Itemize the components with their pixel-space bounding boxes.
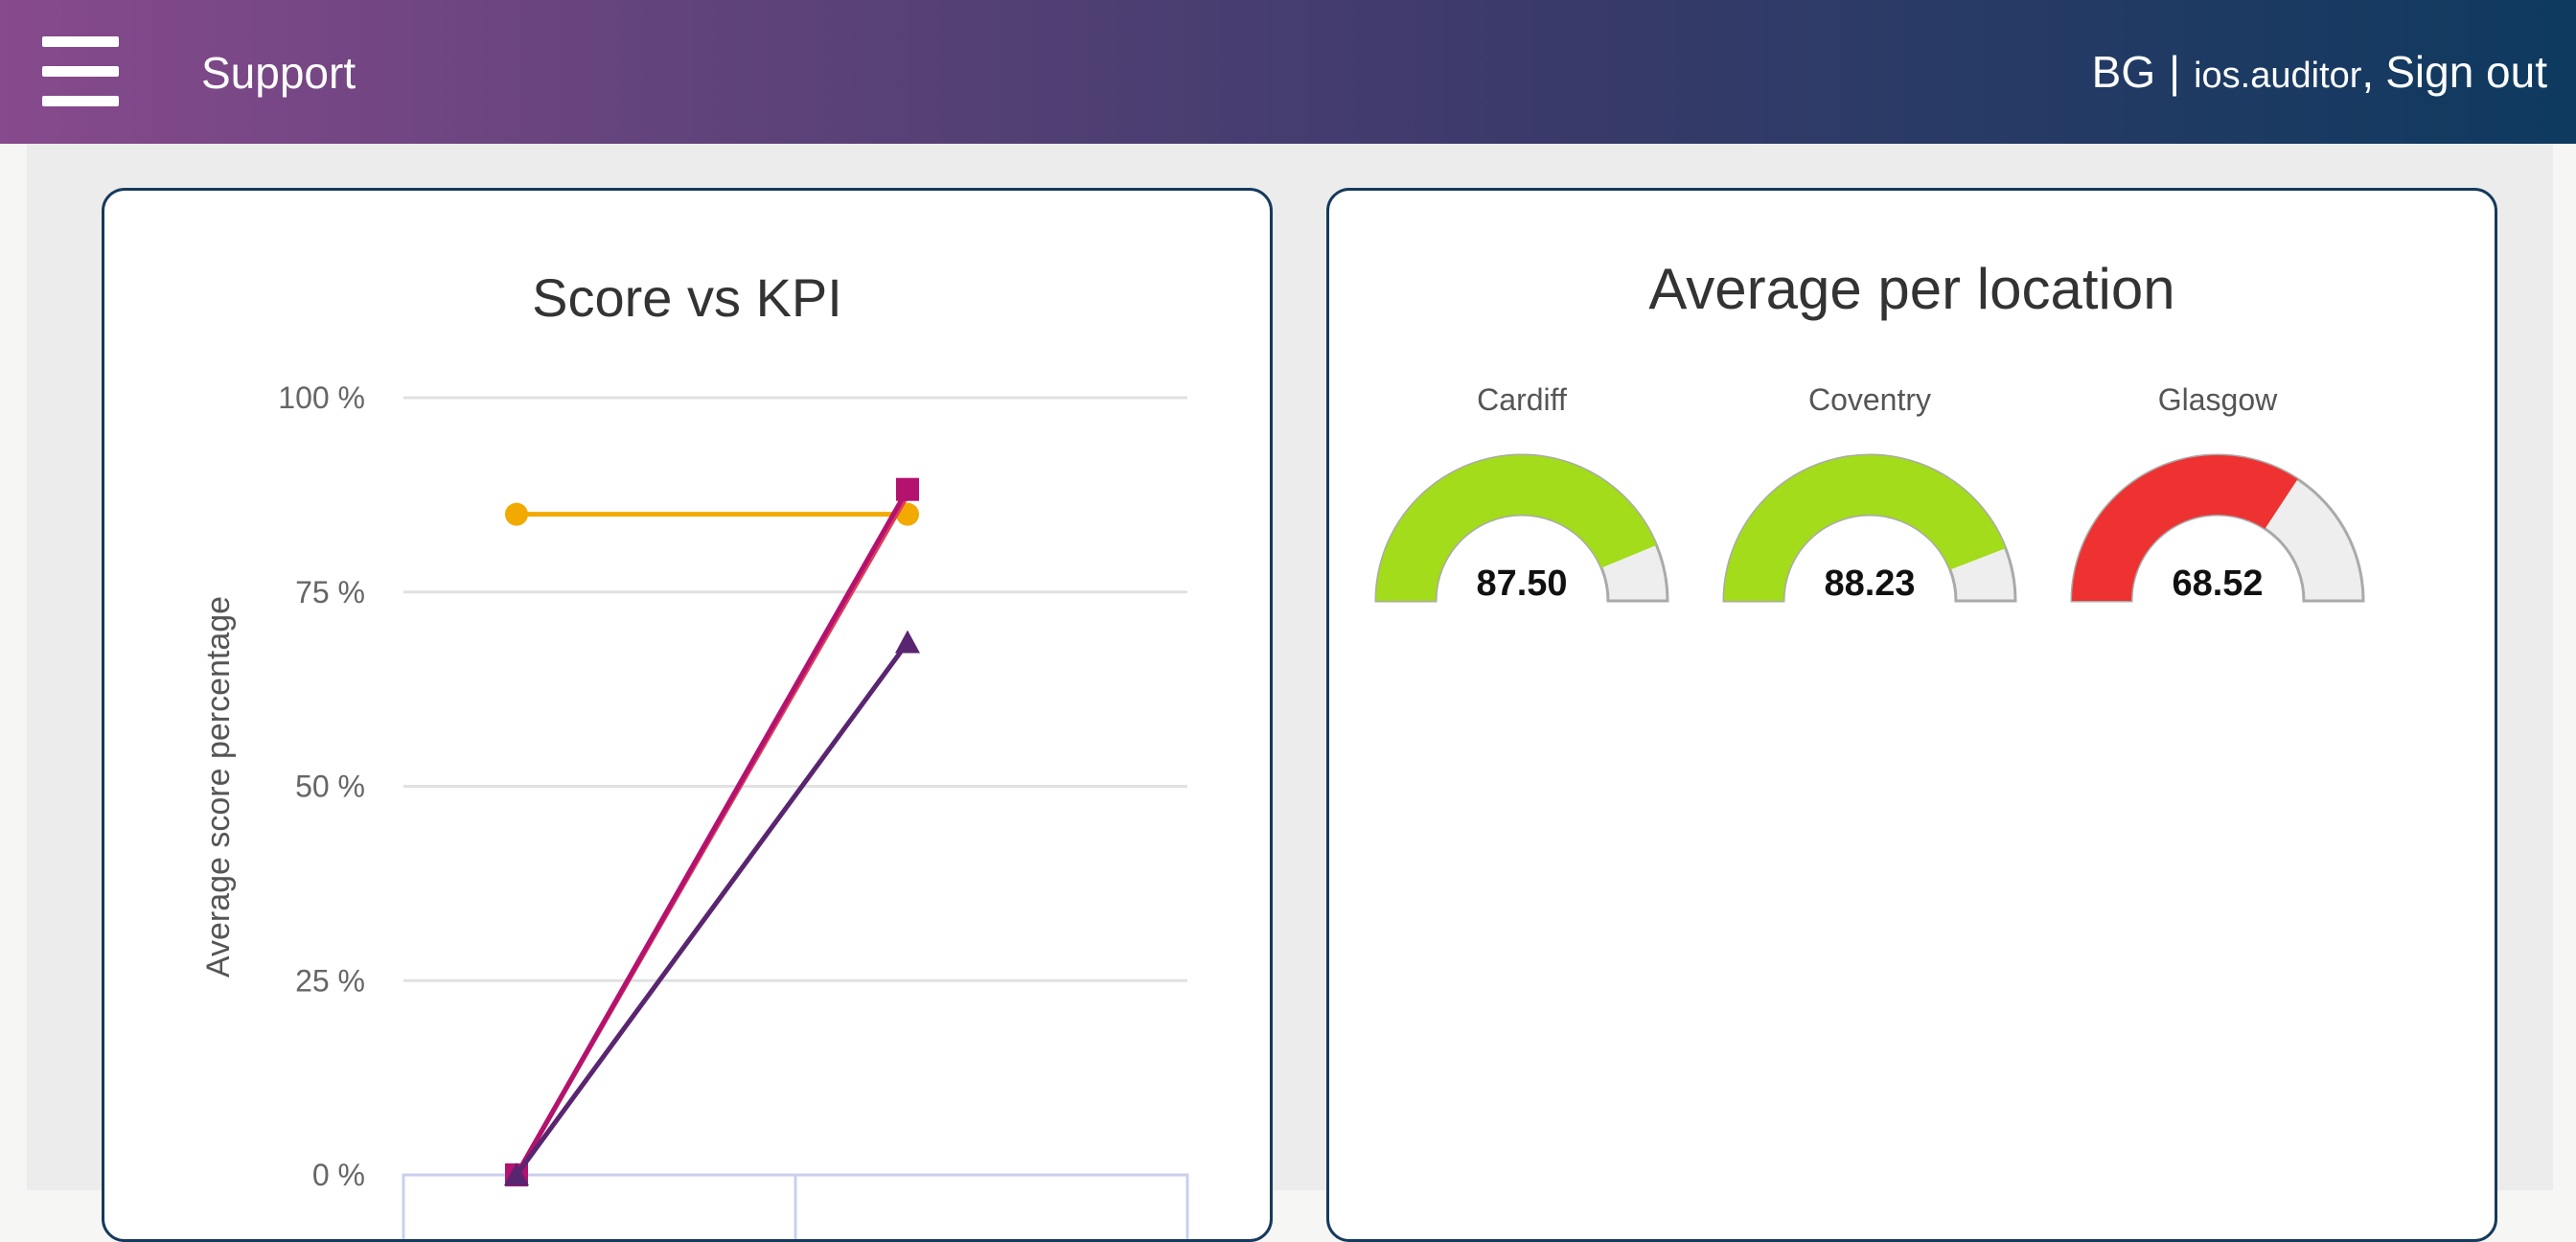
user-separator: | (2169, 47, 2181, 97)
gauge-location-label: Cardiff (1477, 382, 1567, 417)
gauge-glasgow: Glasgow 68.52 (2064, 382, 2371, 651)
menu-bar-top (42, 36, 119, 47)
gauge-dial: 68.52 (2070, 453, 2365, 604)
sign-out-link[interactable]: Sign out (2385, 46, 2547, 98)
gauge-location-label: Glasgow (2157, 382, 2278, 417)
series-line-3 (514, 640, 910, 1177)
data-point (896, 477, 919, 501)
username: ios.auditor (2194, 56, 2362, 96)
menu-bar-bottom (42, 96, 119, 106)
data-point (505, 502, 528, 526)
app-title: Support (201, 48, 356, 98)
gauge-cardiff: Cardiff 87.50 (1368, 382, 1675, 651)
score-vs-kpi-chart: 0 % 25 % 50 % 75 % 100 % Average score percen… (200, 380, 1189, 1239)
gauge-value: 87.50 (1476, 564, 1567, 604)
gauge-value: 68.52 (2172, 564, 2263, 604)
gauge-dial: 88.23 (1722, 453, 2017, 604)
y-axis-label: Average score percentage (200, 596, 237, 978)
menu-bar-middle (42, 66, 119, 77)
y-tick-label: 25 % (295, 963, 365, 998)
gauge-coventry: Coventry 88.23 (1716, 382, 2023, 651)
y-tick-label: 50 % (295, 770, 365, 804)
gauge-location-label: Coventry (1807, 382, 1932, 417)
y-tick-label: 100 % (278, 380, 365, 415)
y-tick-label: 0 % (312, 1158, 365, 1192)
hamburger-menu-icon[interactable] (42, 36, 121, 107)
user-comma: , (2361, 47, 2375, 97)
data-point (895, 630, 920, 654)
gauge-value: 88.23 (1824, 564, 1915, 604)
average-per-location-card: Average per location Cardiff 87.50 Coven… (1326, 188, 2497, 1242)
user-initials: BG (2091, 47, 2156, 97)
gauge-dial: 87.50 (1374, 453, 1669, 604)
top-navigation-bar: Support BG | ios.auditor , Sign out (0, 0, 2576, 144)
y-tick-label: 75 % (295, 575, 365, 610)
average-per-location-title: Average per location (1648, 257, 2175, 321)
user-info: BG | ios.auditor , Sign out (2092, 46, 2547, 100)
score-vs-kpi-card: Score vs KPI 0 % 25 % 50 % 75 % 100 % Average… (102, 188, 1273, 1242)
